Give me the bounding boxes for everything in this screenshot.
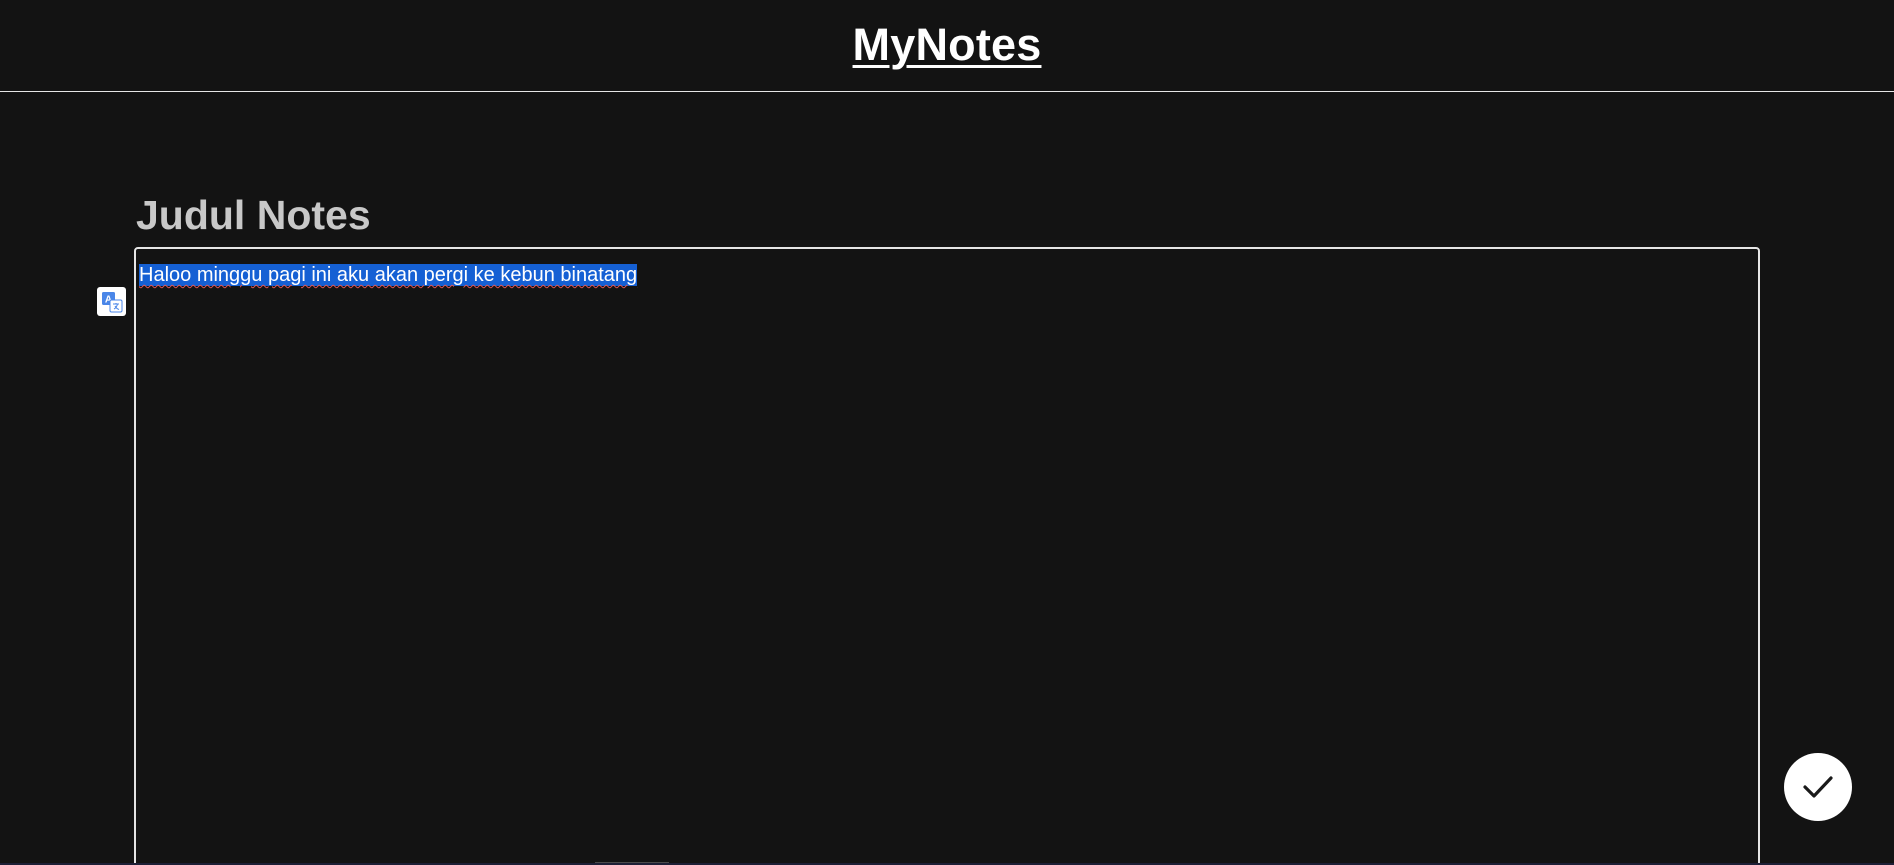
note-content-text[interactable]: Haloo minggu pagi ini aku akan pergi ke … — [139, 263, 1756, 287]
brand-title[interactable]: MyNotes — [853, 19, 1042, 71]
checkmark-icon — [1803, 776, 1833, 798]
app-header: MyNotes — [0, 0, 1894, 92]
translate-icon[interactable]: A — [97, 287, 126, 316]
selected-text[interactable]: Haloo minggu pagi ini aku akan pergi ke … — [139, 264, 638, 286]
translate-glyph: A — [101, 291, 122, 312]
app-root: MyNotes A Haloo minggu pagi ini aku akan… — [0, 0, 1894, 865]
save-note-button[interactable] — [1784, 753, 1852, 821]
note-content-editor[interactable]: Haloo minggu pagi ini aku akan pergi ke … — [134, 247, 1760, 865]
note-title-input[interactable] — [136, 186, 1236, 244]
